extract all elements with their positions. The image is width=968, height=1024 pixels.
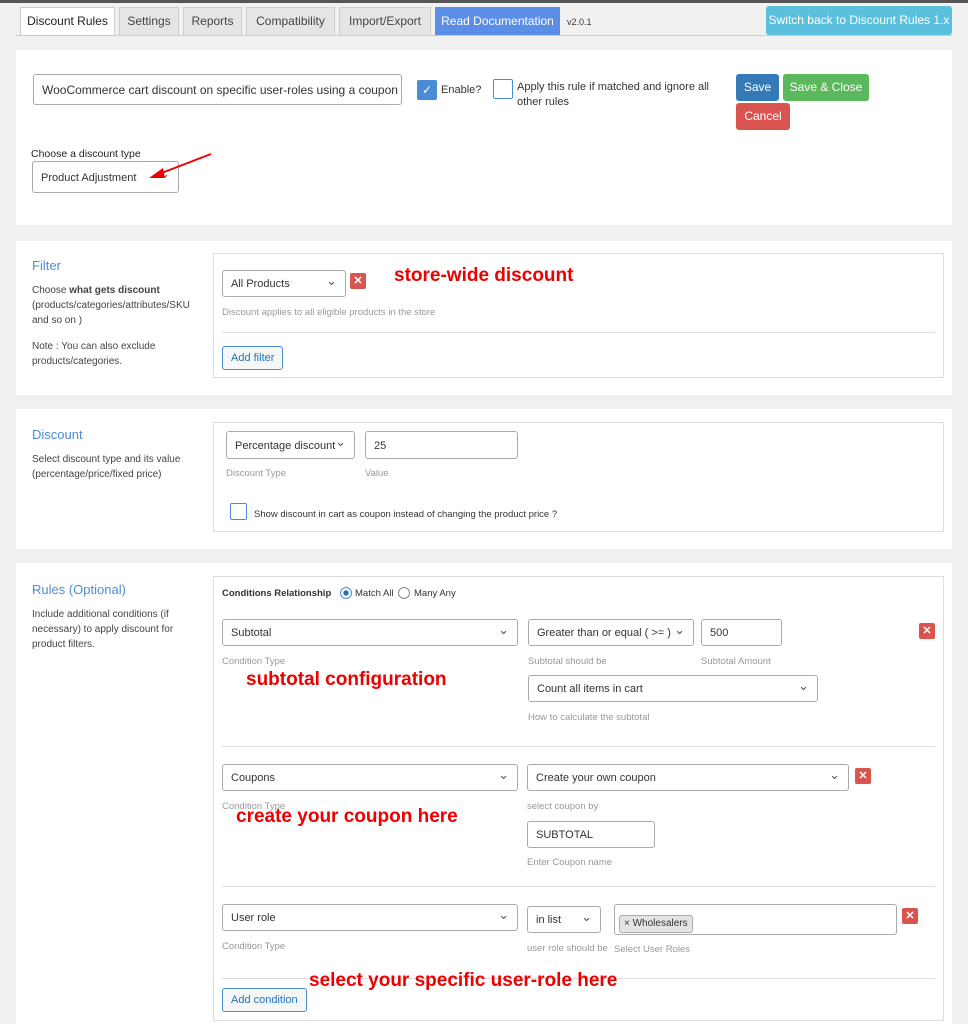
cancel-button[interactable]: Cancel (736, 103, 790, 130)
tab-compatibility[interactable]: Compatibility (246, 7, 335, 36)
rules-description: Include additional conditions (if necess… (32, 609, 174, 650)
user-roles-multiselect[interactable]: × Wholesalers (614, 904, 897, 935)
read-documentation-button[interactable]: Read Documentation (435, 7, 560, 36)
enable-checkbox[interactable]: ✓ (417, 80, 437, 100)
condition-type-select[interactable]: Subtotal (222, 619, 518, 646)
remove-condition-icon[interactable]: ✕ (919, 623, 935, 639)
filter-hint: Discount applies to all eligible product… (222, 307, 436, 318)
coupon-name-input[interactable]: SUBTOTAL (527, 821, 655, 848)
condition-type-label: Condition Type (222, 941, 286, 952)
discount-value-input[interactable]: 25 (365, 431, 518, 459)
coupon-display-checkbox[interactable] (230, 503, 247, 520)
filter-title: Filter (32, 258, 61, 273)
save-close-button[interactable]: Save & Close (783, 74, 869, 101)
switch-back-button[interactable]: Switch back to Discount Rules 1.x (766, 6, 952, 35)
annotation-coupon: create your coupon here (236, 806, 458, 827)
match-any-label: Many Any (414, 588, 456, 599)
condition-type-label: Condition Type (222, 656, 286, 667)
tab-settings[interactable]: Settings (119, 7, 179, 36)
enable-label: Enable? (441, 84, 482, 96)
version-label: v2.0.1 (567, 17, 592, 27)
coupon-by-select[interactable]: Create your own coupon (527, 764, 849, 791)
tab-divider (16, 35, 952, 36)
conditions-relationship-label: Conditions Relationship (222, 588, 332, 599)
save-button[interactable]: Save (736, 74, 779, 101)
tab-discount-rules[interactable]: Discount Rules (20, 7, 115, 36)
subtotal-operator-label: Subtotal should be (528, 656, 607, 667)
subtotal-amount-input[interactable]: 500 (701, 619, 782, 646)
match-any-radio[interactable] (398, 587, 410, 599)
tab-reports[interactable]: Reports (183, 7, 242, 36)
exclusive-label: Apply this rule if matched and ignore al… (517, 81, 709, 108)
subtotal-amount-label: Subtotal Amount (701, 656, 771, 667)
rules-title: Rules (Optional) (32, 582, 126, 597)
user-role-operator-label: user role should be (527, 943, 608, 954)
arrow-annotation-icon (149, 153, 212, 178)
role-tag[interactable]: × Wholesalers (619, 915, 693, 933)
condition-type-select[interactable]: User role (222, 904, 518, 931)
exclusive-checkbox[interactable] (493, 79, 513, 99)
user-role-operator-select[interactable]: in list (527, 906, 601, 933)
annotation-store-wide: store-wide discount (394, 265, 574, 286)
value-label: Value (365, 468, 389, 479)
subtotal-operator-select[interactable]: Greater than or equal ( >= ) (528, 619, 694, 646)
filter-description: Choose what gets discount (products/cate… (32, 285, 190, 326)
filter-type-select[interactable]: All Products (222, 270, 346, 297)
filter-note: Note : You can also exclude products/cat… (32, 341, 156, 367)
tab-import-export[interactable]: Import/Export (339, 7, 431, 36)
subtotal-calc-select[interactable]: Count all items in cart (528, 675, 818, 702)
discount-title: Discount (32, 427, 83, 442)
add-filter-button[interactable]: Add filter (222, 346, 284, 370)
remove-filter-icon[interactable]: ✕ (350, 273, 366, 289)
discount-type-label: Discount Type (226, 468, 287, 479)
condition-type-select[interactable]: Coupons (222, 764, 518, 791)
coupon-by-label: select coupon by (527, 801, 599, 812)
discount-type-select[interactable]: Percentage discount (226, 431, 355, 459)
add-condition-button[interactable]: Add condition (222, 988, 307, 1012)
admin-bar (0, 0, 968, 3)
annotation-subtotal: subtotal configuration (246, 669, 447, 690)
user-roles-label: Select User Roles (614, 944, 691, 955)
coupon-display-label: Show discount in cart as coupon instead … (254, 509, 558, 520)
rule-name-input[interactable]: WooCommerce cart discount on specific us… (33, 74, 402, 105)
divider (222, 746, 935, 747)
coupon-name-label: Enter Coupon name (527, 857, 613, 868)
subtotal-calc-label: How to calculate the subtotal (528, 712, 650, 723)
remove-condition-icon[interactable]: ✕ (855, 768, 871, 784)
match-all-radio[interactable] (340, 587, 352, 599)
discount-type-label: Choose a discount type (31, 148, 141, 160)
divider (222, 332, 935, 333)
annotation-user-role: select your specific user-role here (309, 970, 618, 991)
discount-description: Select discount type and its value (perc… (32, 454, 181, 480)
match-all-label: Match All (355, 588, 394, 599)
remove-condition-icon[interactable]: ✕ (902, 908, 918, 924)
divider (222, 886, 935, 887)
